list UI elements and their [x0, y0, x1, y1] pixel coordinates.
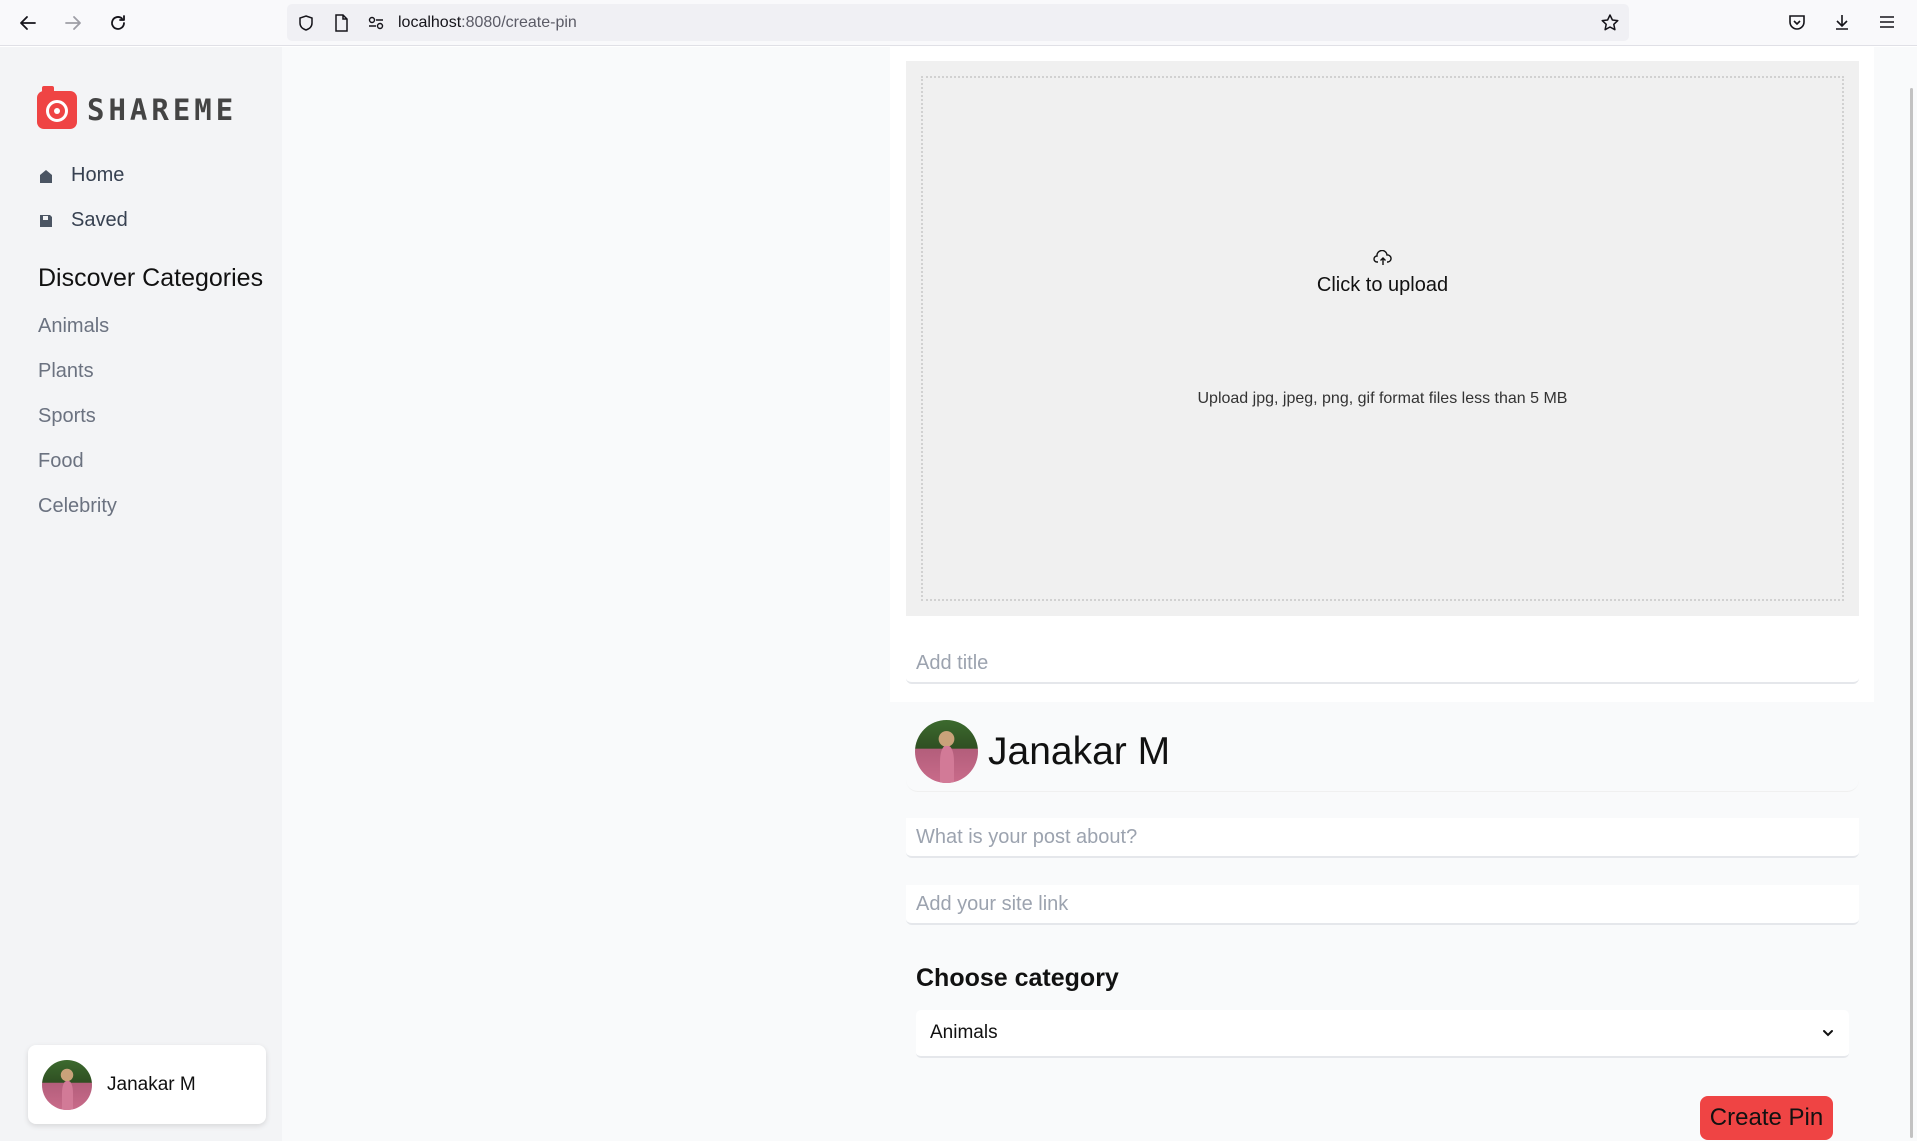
- create-pin-button[interactable]: Create Pin: [1700, 1096, 1833, 1140]
- avatar: [42, 1059, 92, 1110]
- category-item-food[interactable]: Food: [38, 450, 84, 473]
- sidebar-item-home[interactable]: Home: [37, 164, 124, 187]
- upload-dropzone[interactable]: Click to upload Upload jpg, jpeg, png, g…: [906, 61, 1859, 616]
- permissions-icon[interactable]: [363, 10, 389, 36]
- category-item-plants[interactable]: Plants: [38, 360, 94, 383]
- menu-icon[interactable]: [1874, 9, 1900, 35]
- upload-title: Click to upload: [1316, 274, 1449, 296]
- category-label: Choose category: [916, 964, 1119, 992]
- categories-heading: Discover Categories: [38, 264, 264, 292]
- forward-icon[interactable]: [59, 9, 87, 37]
- site-link-input[interactable]: [906, 885, 1859, 925]
- reload-icon[interactable]: [104, 9, 132, 37]
- author-name: Janakar M: [988, 729, 1171, 773]
- pocket-icon[interactable]: [1784, 9, 1810, 35]
- camera-logo-icon: [37, 86, 77, 129]
- sidebar-item-saved[interactable]: Saved: [37, 209, 128, 232]
- avatar: [915, 720, 978, 783]
- url-text[interactable]: localhost:8080/create-pin: [398, 14, 577, 32]
- bookmark-star-icon[interactable]: [1597, 10, 1623, 36]
- main-content: Click to upload Upload jpg, jpeg, png, g…: [282, 47, 1917, 1141]
- cloud-upload-icon: [923, 249, 1842, 271]
- chevron-down-icon: [1821, 1022, 1835, 1044]
- upload-hint: Upload jpg, jpeg, png, gif format files …: [1197, 390, 1568, 407]
- user-profile-card[interactable]: Janakar M: [28, 1045, 266, 1124]
- browser-toolbar: localhost:8080/create-pin: [0, 0, 1917, 46]
- category-item-animals[interactable]: Animals: [38, 315, 109, 338]
- logo-text: SHAREME: [87, 93, 238, 127]
- category-item-sports[interactable]: Sports: [38, 405, 96, 428]
- about-input[interactable]: [906, 818, 1859, 858]
- back-icon[interactable]: [14, 9, 42, 37]
- url-bar[interactable]: localhost:8080/create-pin: [287, 4, 1629, 41]
- category-select[interactable]: Animals: [916, 1010, 1849, 1058]
- save-icon: [37, 212, 55, 230]
- shield-icon[interactable]: [293, 10, 319, 36]
- category-selected-value: Animals: [930, 1022, 998, 1043]
- page-icon[interactable]: [328, 10, 354, 36]
- download-icon[interactable]: [1829, 9, 1855, 35]
- sidebar-item-label: Home: [71, 164, 125, 186]
- sidebar-item-label: Saved: [71, 209, 128, 231]
- title-input[interactable]: [906, 644, 1859, 684]
- logo[interactable]: SHAREME: [37, 86, 238, 129]
- author-info: Janakar M: [906, 712, 1859, 792]
- page-scrollbar[interactable]: [1910, 88, 1913, 1138]
- sidebar: SHAREME Home Saved Discover Categories A…: [0, 47, 282, 1141]
- upload-border: Click to upload Upload jpg, jpeg, png, g…: [921, 76, 1844, 601]
- user-name: Janakar M: [107, 1073, 196, 1095]
- category-item-celebrity[interactable]: Celebrity: [38, 495, 117, 518]
- home-icon: [37, 167, 55, 185]
